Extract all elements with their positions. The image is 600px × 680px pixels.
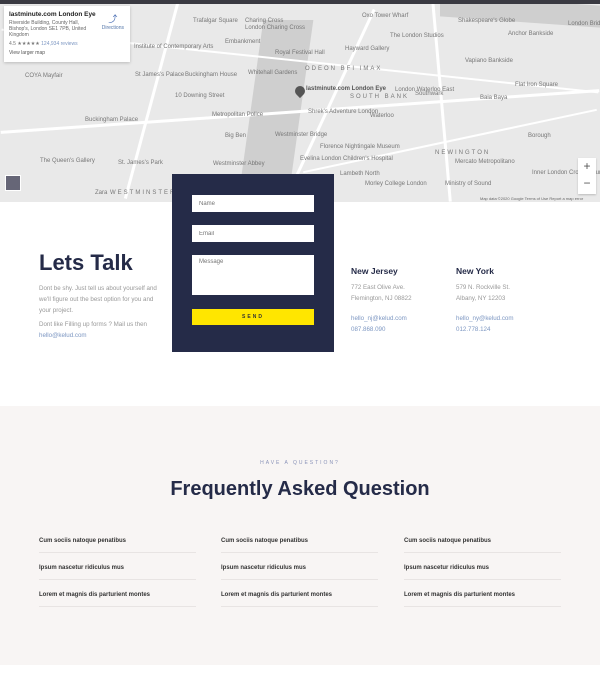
map-footer: Map data ©2020 Google Terms of Use Repor… bbox=[480, 196, 584, 201]
place-rating: 4.5 ★★★★★ bbox=[9, 41, 40, 47]
faq-item[interactable]: Lorem et magnis dis parturient montes bbox=[221, 592, 378, 607]
map-label: Institute of Contemporary Arts bbox=[134, 44, 214, 50]
office-city: New York bbox=[456, 266, 494, 276]
contact-mail-prompt: Dont like Filling up forms ? Mail us the… bbox=[39, 321, 147, 328]
map-label: Lambeth North bbox=[340, 171, 380, 177]
map-label: SOUTH BANK bbox=[350, 94, 410, 100]
map-label: The London Studios bbox=[390, 33, 444, 39]
directions-button[interactable]: ⤴ Directions bbox=[102, 12, 124, 31]
map-label: Southwark bbox=[415, 91, 444, 97]
map-label: Shakespeare's Globe bbox=[458, 18, 516, 24]
map-label: WESTMINSTER bbox=[110, 190, 177, 196]
map-label: Waterloo bbox=[370, 113, 394, 119]
zoom-in-button[interactable]: + bbox=[578, 158, 596, 175]
faq-item[interactable]: Ipsum nascetur ridiculus mus bbox=[39, 565, 196, 580]
map-label: The Queen's Gallery bbox=[40, 158, 95, 164]
zoom-controls: + − bbox=[578, 158, 596, 194]
map-label: St. James's Park bbox=[118, 160, 163, 166]
map-label: Morley College London bbox=[365, 181, 427, 187]
map-label: 10 Downing Street bbox=[175, 93, 225, 99]
contact-text-2: Dont like Filling up forms ? Mail us the… bbox=[39, 319, 164, 341]
office-new-york: New York 579 N. Rockville St. Albany, NY… bbox=[456, 266, 556, 335]
satellite-toggle[interactable] bbox=[5, 175, 21, 191]
map-label: Mercato Metropolitano bbox=[455, 159, 515, 165]
map-label: Buckingham House bbox=[185, 72, 238, 78]
map-label: Charing Cross bbox=[245, 18, 284, 24]
map-label: London Charing Cross bbox=[245, 25, 306, 31]
faq-label: HAVE A QUESTION? bbox=[260, 460, 340, 466]
map-label: NEWINGTON bbox=[435, 150, 491, 156]
faq-item[interactable]: Lorem et magnis dis parturient montes bbox=[404, 592, 561, 607]
office-address-2: Flemington, NJ 08822 bbox=[351, 295, 412, 302]
map-label: ODEON BFI IMAX bbox=[305, 66, 383, 72]
faq-item[interactable]: Lorem et magnis dis parturient montes bbox=[39, 592, 196, 607]
directions-label: Directions bbox=[101, 25, 124, 31]
map-label: Baia Baya bbox=[480, 95, 508, 101]
send-button[interactable]: SEND bbox=[192, 309, 314, 325]
office-address-2: Albany, NY 12203 bbox=[456, 295, 506, 302]
faq-item[interactable]: Cum sociis natoque penatibus bbox=[39, 538, 196, 553]
map-label: Metropolitan Police bbox=[212, 112, 264, 118]
map-label: St James's Palace bbox=[135, 72, 185, 78]
map-label: Royal Festival Hall bbox=[275, 50, 325, 56]
map-label: Hayward Gallery bbox=[345, 46, 390, 52]
map-label: Trafalgar Square bbox=[193, 18, 238, 24]
contact-form: SEND bbox=[172, 174, 334, 352]
office-phone-link[interactable]: 012.778.124 bbox=[456, 324, 556, 335]
map-road bbox=[123, 3, 180, 199]
map-label: COYA Mayfair bbox=[25, 73, 63, 79]
map-label: Big Ben bbox=[225, 133, 247, 139]
contact-text: Dont be shy. Just tell us about yourself… bbox=[39, 285, 157, 314]
zoom-out-button[interactable]: − bbox=[578, 175, 596, 192]
name-input[interactable] bbox=[192, 195, 314, 212]
map-label: Buckingham Palace bbox=[85, 117, 139, 123]
message-input[interactable] bbox=[192, 255, 314, 295]
map-label: Embankment bbox=[225, 39, 261, 45]
faq-item[interactable]: Cum sociis natoque penatibus bbox=[404, 538, 561, 553]
view-larger-map-link[interactable]: View larger map bbox=[9, 50, 125, 56]
office-city: New Jersey bbox=[351, 266, 398, 276]
map-label: Florence Nightingale Museum bbox=[320, 144, 400, 150]
map-label: Zara bbox=[95, 190, 108, 196]
office-email-link[interactable]: hello_ny@kelud.com bbox=[456, 313, 556, 324]
map-info-card: lastminute.com London Eye Riverside Buil… bbox=[4, 6, 130, 62]
place-address: Riverside Building, County Hall, Bishop'… bbox=[9, 20, 87, 38]
office-email-link[interactable]: hello_nj@kelud.com bbox=[351, 313, 451, 324]
map-label: Ministry of Sound bbox=[445, 181, 492, 187]
map-label: Westminster Bridge bbox=[275, 132, 328, 138]
map-label: Oxo Tower Wharf bbox=[362, 13, 409, 19]
faq-item[interactable]: Ipsum nascetur ridiculus mus bbox=[404, 565, 561, 580]
office-phone-link[interactable]: 087.868.090 bbox=[351, 324, 451, 335]
faq-section bbox=[0, 406, 600, 665]
faq-title: Frequently Asked Question bbox=[170, 478, 430, 500]
map-label: Anchor Bankside bbox=[508, 31, 554, 37]
directions-icon: ⤴ bbox=[108, 14, 118, 24]
office-new-jersey: New Jersey 772 East Olive Ave. Flemingto… bbox=[351, 266, 451, 335]
email-input[interactable] bbox=[192, 225, 314, 242]
map-label: Flat Iron Square bbox=[515, 82, 559, 88]
contact-title: Lets Talk bbox=[39, 250, 133, 275]
hero-image-strip bbox=[0, 0, 600, 4]
map-label: Shrek's Adventure London bbox=[308, 109, 379, 115]
office-address-1: 772 East Olive Ave. bbox=[351, 284, 405, 291]
contact-email-link[interactable]: hello@kelud.com bbox=[39, 332, 87, 339]
faq-item[interactable]: Cum sociis natoque penatibus bbox=[221, 538, 378, 553]
map-label: Vapiano Bankside bbox=[465, 58, 513, 64]
office-address-1: 579 N. Rockville St. bbox=[456, 284, 510, 291]
pin-label: lastminute.com London Eye bbox=[306, 86, 387, 92]
map-label: Evelina London Children's Hospital bbox=[300, 156, 393, 162]
map-road bbox=[303, 108, 597, 174]
map-label: London Bridge bbox=[568, 21, 600, 27]
map-label: Borough bbox=[528, 133, 551, 139]
map-label: Whitehall Gardens bbox=[248, 70, 298, 76]
place-reviews-link[interactable]: 124,934 reviews bbox=[41, 41, 77, 47]
map-label: Westminster Abbey bbox=[213, 161, 265, 167]
faq-item[interactable]: Ipsum nascetur ridiculus mus bbox=[221, 565, 378, 580]
